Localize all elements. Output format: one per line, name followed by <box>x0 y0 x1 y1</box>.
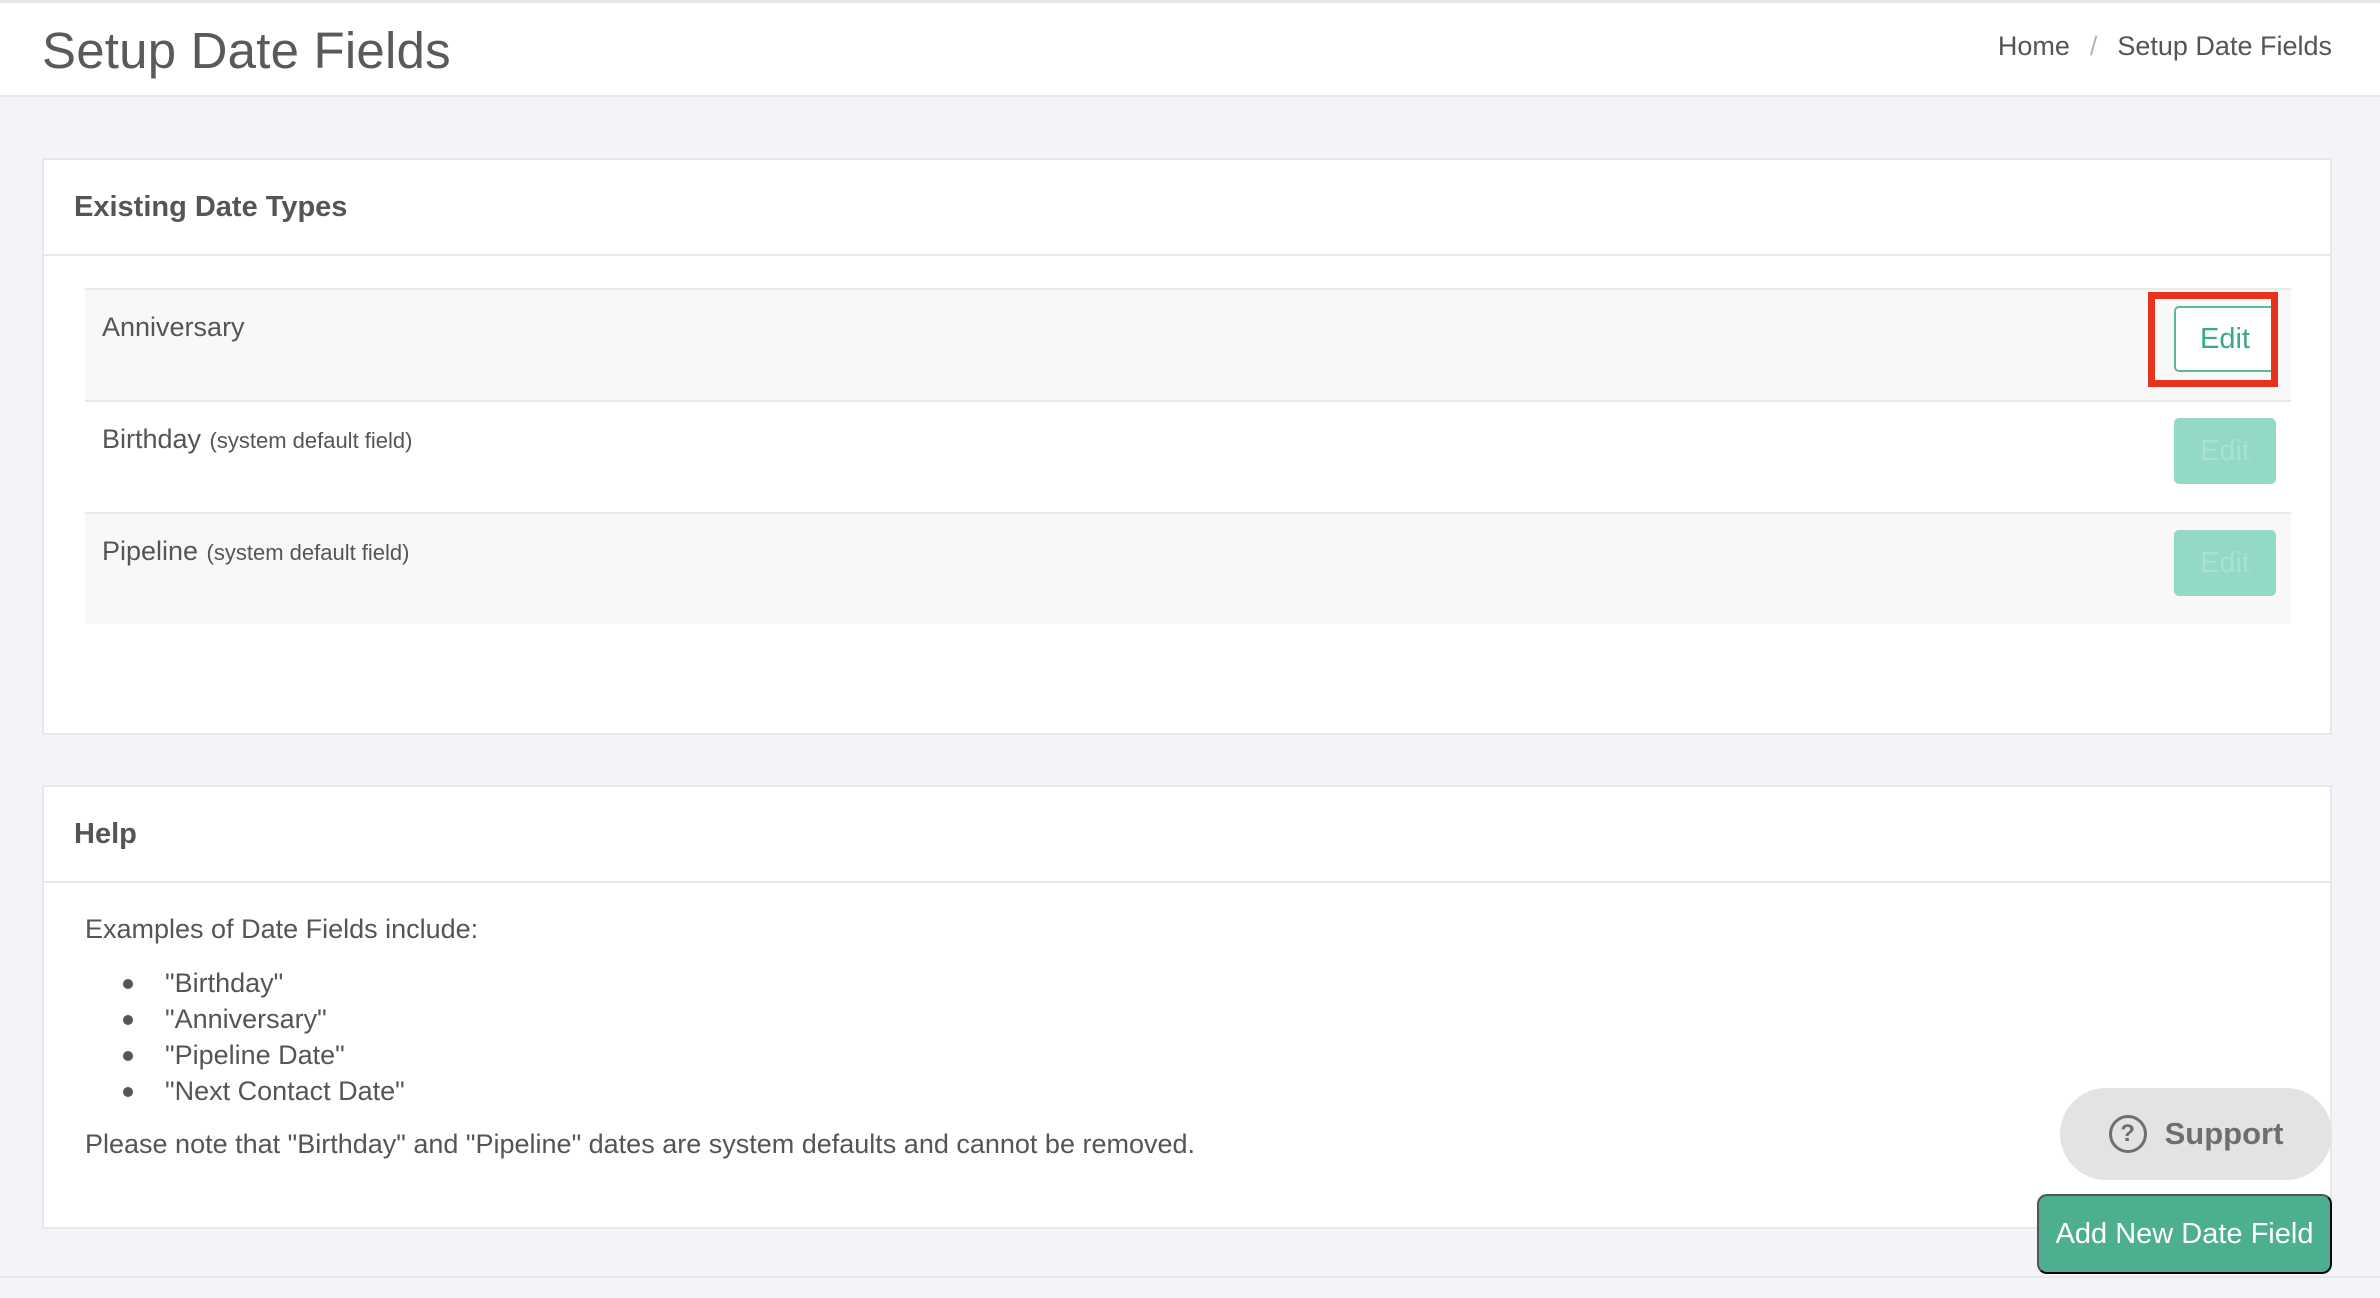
page-title: Setup Date Fields <box>42 22 451 79</box>
date-type-name: Birthday <box>102 424 202 454</box>
page-header: Setup Date Fields Home / Setup Date Fiel… <box>0 0 2380 97</box>
existing-date-types-heading: Existing Date Types <box>44 160 2330 256</box>
add-new-date-field-button[interactable]: Add New Date Field <box>2037 1194 2332 1274</box>
date-type-name: Anniversary <box>102 312 245 342</box>
date-type-row-pipeline: Pipeline (system default field) Edit <box>85 512 2291 624</box>
system-default-note: (system default field) <box>209 428 413 453</box>
edit-birthday-button: Edit <box>2174 418 2276 484</box>
help-heading: Help <box>44 787 2330 883</box>
help-card: Help Examples of Date Fields include: "B… <box>42 785 2332 1229</box>
edit-pipeline-button: Edit <box>2174 530 2276 596</box>
system-default-note: (system default field) <box>206 540 410 565</box>
bottom-divider <box>0 1276 2380 1278</box>
help-example-item: "Pipeline Date" <box>123 1037 2330 1073</box>
breadcrumb-home-link[interactable]: Home <box>1998 31 2070 62</box>
date-type-row-birthday: Birthday (system default field) Edit <box>85 400 2291 512</box>
support-label: Support <box>2164 1116 2284 1151</box>
help-example-item: "Anniversary" <box>123 1001 2330 1037</box>
edit-anniversary-button[interactable]: Edit <box>2174 306 2276 372</box>
date-type-name: Pipeline <box>102 536 199 566</box>
help-body: Examples of Date Fields include: "Birthd… <box>44 883 2330 1160</box>
help-example-item: "Birthday" <box>123 965 2330 1001</box>
breadcrumb-separator: / <box>2089 31 2098 61</box>
existing-date-types-card: Existing Date Types Anniversary Edit Bir… <box>42 158 2332 735</box>
support-button[interactable]: ? Support <box>2060 1088 2332 1180</box>
help-intro: Examples of Date Fields include: <box>85 914 479 944</box>
breadcrumb: Home / Setup Date Fields <box>1998 31 2332 62</box>
date-type-row-anniversary: Anniversary Edit <box>85 288 2291 400</box>
help-example-item: "Next Contact Date" <box>123 1073 2330 1109</box>
help-note: Please note that "Birthday" and "Pipelin… <box>85 1129 1196 1159</box>
breadcrumb-current: Setup Date Fields <box>2117 31 2332 61</box>
help-examples-list: "Birthday" "Anniversary" "Pipeline Date"… <box>123 965 2330 1109</box>
date-types-list: Anniversary Edit Birthday (system defaul… <box>85 288 2291 624</box>
question-circle-icon: ? <box>2108 1115 2147 1153</box>
